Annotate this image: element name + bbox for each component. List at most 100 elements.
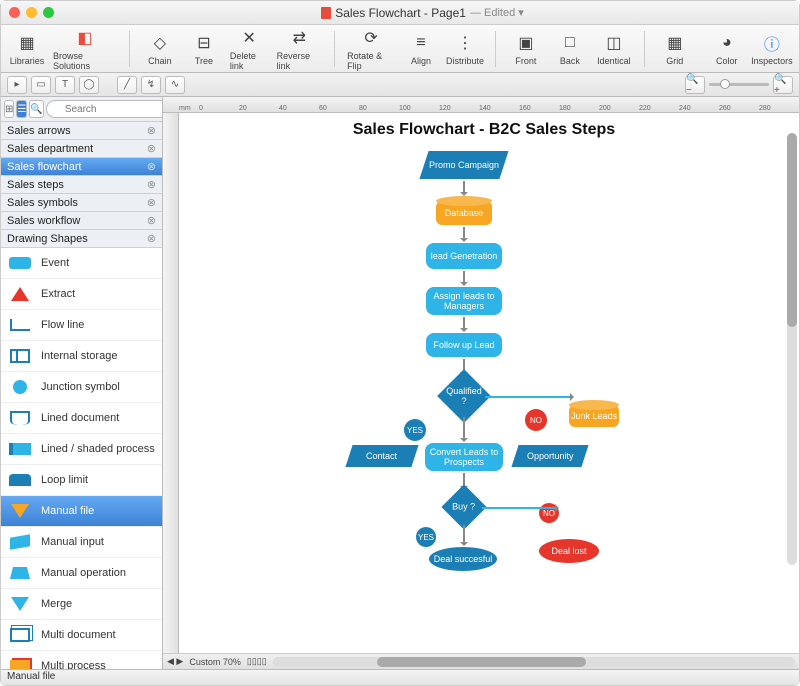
- arrow: [482, 507, 558, 509]
- chain-button[interactable]: ◇Chain: [142, 32, 178, 66]
- front-button[interactable]: ▣Front: [508, 32, 544, 66]
- arrow: [463, 271, 465, 285]
- vertical-ruler: [163, 113, 179, 653]
- tri-blue-down-icon: [7, 594, 33, 614]
- close-icon[interactable]: ⊗: [147, 232, 156, 245]
- node-yes1[interactable]: YES: [404, 419, 426, 441]
- connector-tool[interactable]: ↯: [141, 76, 161, 94]
- zoom-slider[interactable]: [709, 83, 769, 86]
- view-mode-buttons[interactable]: ▯▯▯▯: [247, 656, 267, 667]
- node-contact[interactable]: Contact: [345, 445, 418, 467]
- shape-lined-shaded-process[interactable]: Lined / shaded process: [1, 434, 162, 465]
- line-tool[interactable]: ╱: [117, 76, 137, 94]
- multi-proc-icon: [7, 656, 33, 669]
- shape-tool[interactable]: ◯: [79, 76, 99, 94]
- text-tool[interactable]: T: [55, 76, 75, 94]
- node-promo[interactable]: Promo Campaign: [419, 151, 508, 179]
- zoom-label[interactable]: Custom 70%: [189, 657, 241, 667]
- shape-merge[interactable]: Merge: [1, 589, 162, 620]
- close-window-button[interactable]: [9, 7, 20, 18]
- shape-multi-process[interactable]: Multi process: [1, 651, 162, 669]
- reverse-link-button[interactable]: ⇄Reverse link: [277, 27, 323, 71]
- shape-flow-line[interactable]: Flow line: [1, 310, 162, 341]
- close-icon[interactable]: ⊗: [147, 196, 156, 209]
- node-yes2[interactable]: YES: [416, 527, 436, 547]
- node-leadgen[interactable]: lead Genetration: [426, 243, 502, 269]
- shape-manual-file[interactable]: Manual file: [1, 496, 162, 527]
- page-nav[interactable]: ◀ ▶: [167, 656, 183, 667]
- rect-tool[interactable]: ▭: [31, 76, 51, 94]
- node-database[interactable]: Database: [436, 201, 492, 225]
- zoom-in-button[interactable]: 🔍+: [773, 76, 793, 94]
- back-button[interactable]: □Back: [552, 32, 588, 66]
- category-sales-symbols[interactable]: Sales symbols⊗: [1, 194, 162, 212]
- shape-lined-document[interactable]: Lined document: [1, 403, 162, 434]
- node-dealsucc[interactable]: Deal succesful: [429, 547, 497, 571]
- search-input[interactable]: [46, 100, 163, 118]
- node-no1[interactable]: NO: [525, 409, 547, 431]
- shape-event[interactable]: Event: [1, 248, 162, 279]
- align-button[interactable]: ≡Align: [403, 32, 439, 66]
- identical-button[interactable]: ◫Identical: [596, 32, 632, 66]
- node-junk[interactable]: Junk Leads: [569, 405, 619, 427]
- curve-tool[interactable]: ∿: [165, 76, 185, 94]
- category-sales-arrows[interactable]: Sales arrows⊗: [1, 122, 162, 140]
- canvas[interactable]: Sales Flowchart - B2C Sales Steps Promo …: [179, 113, 799, 653]
- close-icon[interactable]: ⊗: [147, 214, 156, 227]
- category-sales-workflow[interactable]: Sales workflow⊗: [1, 212, 162, 230]
- browse-solutions-button[interactable]: ◧Browse Solutions: [53, 27, 117, 71]
- rect-blue-icon: [7, 253, 33, 273]
- status-bar: Manual file: [1, 669, 799, 685]
- libraries-button[interactable]: ▦Libraries: [9, 32, 45, 66]
- maximize-window-button[interactable]: [43, 7, 54, 18]
- arrow: [463, 317, 465, 331]
- doc-icon: [7, 408, 33, 428]
- node-deallost[interactable]: Deal lost: [539, 539, 599, 563]
- node-convert[interactable]: Convert Leads to Prospects: [425, 443, 503, 471]
- arrow: [485, 396, 573, 398]
- shape-junction-symbol[interactable]: Junction symbol: [1, 372, 162, 403]
- shape-loop-limit[interactable]: Loop limit: [1, 465, 162, 496]
- window-title: Sales Flowchart - Page1 — Edited ▾: [54, 6, 791, 20]
- search-icon[interactable]: 🔍: [29, 100, 43, 118]
- shape-manual-operation[interactable]: Manual operation: [1, 558, 162, 589]
- category-drawing-shapes[interactable]: Drawing Shapes⊗: [1, 230, 162, 248]
- node-follow[interactable]: Follow up Lead: [426, 333, 502, 357]
- shape-extract[interactable]: Extract: [1, 279, 162, 310]
- rotate-flip-button[interactable]: ⟳Rotate & Flip: [347, 27, 395, 71]
- node-opportunity[interactable]: Opportunity: [511, 445, 588, 467]
- shaded-icon: [7, 439, 33, 459]
- pointer-tool[interactable]: ▸: [7, 76, 27, 94]
- main-toolbar: ▦Libraries ◧Browse Solutions ◇Chain ⊟Tre…: [1, 25, 799, 73]
- distribute-button[interactable]: ⋮Distribute: [447, 32, 483, 66]
- horizontal-scrollbar[interactable]: [273, 657, 795, 667]
- inspectors-button[interactable]: ⓘInspectors: [753, 32, 791, 66]
- shape-manual-input[interactable]: Manual input: [1, 527, 162, 558]
- node-qualified[interactable]: Qualified ?: [437, 369, 491, 423]
- grid-view-button[interactable]: ⊞: [4, 100, 14, 118]
- document-icon: [321, 7, 331, 19]
- arrow: [463, 227, 465, 241]
- list-view-button[interactable]: ☰: [16, 100, 27, 118]
- close-icon[interactable]: ⊗: [147, 178, 156, 191]
- delete-link-button[interactable]: ✕Delete link: [230, 27, 269, 71]
- close-icon[interactable]: ⊗: [147, 160, 156, 173]
- tree-button[interactable]: ⊟Tree: [186, 32, 222, 66]
- node-buy[interactable]: Buy ?: [441, 484, 486, 529]
- color-button[interactable]: ◕Color: [709, 32, 745, 66]
- grid-button[interactable]: ▦Grid: [657, 32, 693, 66]
- close-icon[interactable]: ⊗: [147, 124, 156, 137]
- chart-title: Sales Flowchart - B2C Sales Steps: [189, 117, 779, 143]
- storage-icon: [7, 346, 33, 366]
- close-icon[interactable]: ⊗: [147, 142, 156, 155]
- category-sales-department[interactable]: Sales department⊗: [1, 140, 162, 158]
- shape-internal-storage[interactable]: Internal storage: [1, 341, 162, 372]
- shape-multi-document[interactable]: Multi document: [1, 620, 162, 651]
- zoom-out-button[interactable]: 🔍−: [685, 76, 705, 94]
- minput-icon: [7, 532, 33, 552]
- node-assign[interactable]: Assign leads to Managers: [426, 287, 502, 315]
- category-sales-flowchart[interactable]: Sales flowchart⊗: [1, 158, 162, 176]
- category-sales-steps[interactable]: Sales steps⊗: [1, 176, 162, 194]
- minimize-window-button[interactable]: [26, 7, 37, 18]
- vertical-scrollbar[interactable]: [787, 133, 797, 565]
